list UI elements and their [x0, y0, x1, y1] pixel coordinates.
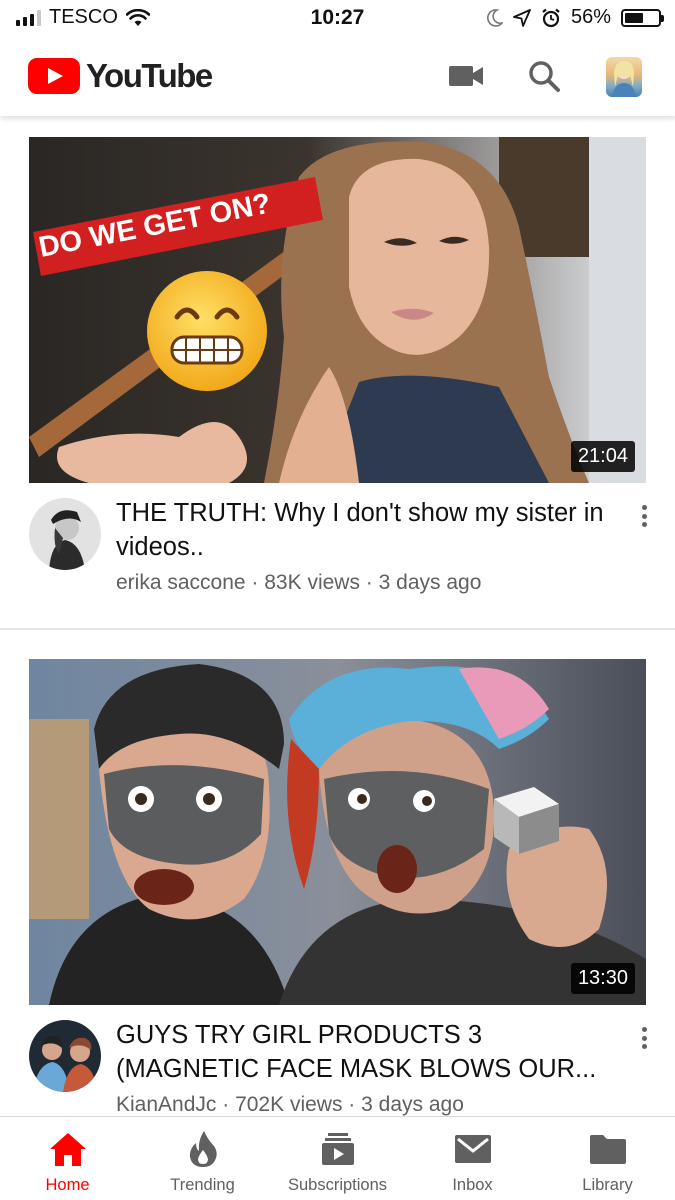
- video-duration: 13:30: [570, 963, 635, 994]
- meta-separator: ·: [342, 1093, 362, 1116]
- mail-icon: [453, 1129, 493, 1169]
- moon-icon: [487, 8, 503, 27]
- video-meta: erika saccone · 83K views · 3 days ago: [116, 571, 481, 595]
- account-avatar[interactable]: [606, 57, 642, 97]
- nav-subscriptions[interactable]: Subscriptions: [270, 1117, 405, 1200]
- nav-trending[interactable]: Trending: [135, 1117, 270, 1200]
- alarm-icon: [542, 8, 560, 27]
- search-icon[interactable]: [522, 54, 566, 98]
- camera-icon[interactable]: [444, 54, 488, 98]
- video-duration: 21:04: [570, 441, 635, 472]
- channel-avatar[interactable]: [29, 498, 101, 570]
- view-count: 702K views: [235, 1093, 343, 1116]
- channel-name[interactable]: KianAndJc: [116, 1093, 216, 1116]
- nav-label: Subscriptions: [287, 1176, 388, 1194]
- logo-text: YouTube: [86, 57, 213, 94]
- bottom-navigation: Home Trending Subscriptions Inbox Librar…: [0, 1116, 675, 1200]
- upload-age: 3 days ago: [361, 1093, 464, 1116]
- nav-library[interactable]: Library: [540, 1117, 675, 1200]
- nav-home[interactable]: Home: [0, 1117, 135, 1200]
- app-header: YouTube: [0, 38, 675, 116]
- video-card[interactable]: DO WE GET ON? 21:04 THE TRUTH: Why I don…: [0, 116, 675, 630]
- nav-inbox[interactable]: Inbox: [405, 1117, 540, 1200]
- video-meta: KianAndJc · 702K views · 3 days ago: [116, 1093, 464, 1116]
- meta-separator: ·: [216, 1093, 236, 1116]
- flame-icon: [183, 1129, 223, 1169]
- nav-label: Inbox: [452, 1176, 493, 1194]
- meta-separator: ·: [245, 571, 265, 594]
- location-arrow-icon: [513, 8, 531, 27]
- youtube-logo[interactable]: YouTube: [28, 57, 213, 95]
- video-thumbnail[interactable]: DO WE GET ON? 21:04: [29, 137, 646, 483]
- video-card[interactable]: 13:30 GUYS TRY GIRL PRODUCTS 3 (MAGNETIC…: [0, 630, 675, 1116]
- battery-icon: [621, 8, 664, 27]
- nav-label: Library: [582, 1176, 633, 1194]
- view-count: 83K views: [264, 571, 360, 594]
- upload-age: 3 days ago: [378, 571, 482, 594]
- nav-label: Trending: [170, 1176, 235, 1194]
- status-bar: TESCO 10:27 56%: [0, 0, 675, 38]
- channel-avatar[interactable]: [29, 1020, 101, 1092]
- video-title[interactable]: THE TRUTH: Why I don't show my sister in…: [116, 496, 626, 564]
- video-title[interactable]: GUYS TRY GIRL PRODUCTS 3 (MAGNETIC FACE …: [116, 1018, 626, 1086]
- subscriptions-icon: [318, 1129, 358, 1169]
- folder-icon: [588, 1129, 628, 1169]
- video-feed[interactable]: DO WE GET ON? 21:04 THE TRUTH: Why I don…: [0, 116, 675, 1116]
- channel-name[interactable]: erika saccone: [116, 571, 246, 594]
- nav-label: Home: [45, 1176, 90, 1194]
- home-icon: [48, 1129, 88, 1169]
- more-options-icon[interactable]: [636, 502, 652, 530]
- meta-separator: ·: [359, 571, 379, 594]
- video-thumbnail[interactable]: 13:30: [29, 659, 646, 1005]
- battery-percent: 56%: [570, 6, 611, 28]
- youtube-play-icon: [28, 58, 80, 94]
- more-options-icon[interactable]: [636, 1024, 652, 1052]
